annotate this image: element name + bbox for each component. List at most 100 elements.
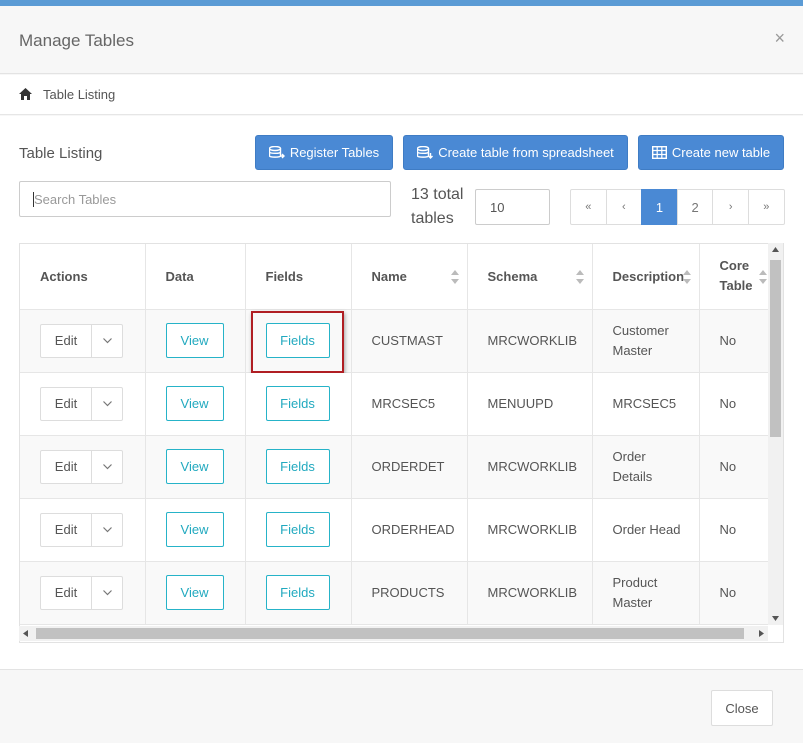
next-page-button[interactable]: ›	[712, 189, 749, 225]
edit-dropdown-toggle[interactable]	[92, 388, 122, 420]
last-page-button[interactable]: »	[747, 189, 785, 225]
col-header-schema[interactable]: Schema	[467, 244, 593, 310]
section-title: Table Listing	[19, 145, 103, 162]
description-line1: Order Head	[612, 521, 681, 537]
name-cell: ORDERHEAD	[351, 498, 468, 562]
vertical-scroll-thumb[interactable]	[770, 260, 781, 437]
view-button[interactable]: View	[165, 575, 224, 610]
edit-dropdown-toggle[interactable]	[92, 514, 122, 546]
chevron-down-icon	[102, 400, 112, 406]
prev-page-button[interactable]: ‹	[605, 189, 643, 225]
view-button[interactable]: View	[165, 449, 224, 484]
data-cell: View	[145, 309, 246, 373]
edit-button[interactable]: Edit	[41, 513, 92, 546]
table-row: Edit View Fields CUSTMAST MRCWORKLIB Customer…	[20, 309, 772, 373]
table-row: Edit View Fields PRODUCTS MRCWORKLIB Product M…	[20, 561, 772, 625]
search-input[interactable]	[19, 181, 391, 217]
edit-button[interactable]: Edit	[41, 387, 92, 420]
total-tables-label: 13 total tables	[411, 183, 463, 231]
table-row: Edit View Fields ORDERHEAD MRCWORKLIB Order H…	[20, 498, 772, 562]
table-row: Edit View Fields ORDERDET MRCWORKLIB Order Det…	[20, 435, 772, 499]
modal-header: Manage Tables ×	[0, 6, 803, 74]
core-table-cell: No	[699, 435, 772, 499]
breadcrumb: Table Listing	[0, 75, 803, 115]
scroll-up-icon[interactable]	[772, 247, 779, 252]
sort-icon[interactable]	[450, 270, 459, 284]
actions-cell: Edit	[20, 498, 146, 562]
chevron-down-icon	[102, 526, 112, 532]
horizontal-scrollbar[interactable]	[19, 626, 768, 641]
schema-cell: MRCWORKLIB	[467, 561, 593, 625]
fields-button[interactable]: Fields	[265, 575, 330, 610]
data-cell: View	[145, 498, 246, 562]
fields-button[interactable]: Fields	[265, 512, 330, 547]
description-cell: Product Master	[592, 561, 700, 625]
col-header-name-label: Name	[371, 268, 407, 284]
sort-icon[interactable]	[575, 270, 584, 284]
modal-body: Table Listing Register Tables Create tab…	[0, 116, 803, 669]
edit-dropdown-toggle[interactable]	[92, 577, 122, 609]
scroll-left-icon[interactable]	[23, 630, 28, 637]
create-from-spreadsheet-label: Create table from spreadsheet	[438, 145, 614, 160]
horizontal-scroll-thumb[interactable]	[36, 628, 744, 639]
database-icon	[268, 146, 285, 159]
col-header-core-table[interactable]: Core Table	[699, 244, 772, 310]
register-tables-label: Register Tables	[289, 145, 380, 160]
edit-button[interactable]: Edit	[41, 450, 92, 483]
fields-button[interactable]: Fields	[265, 323, 330, 358]
view-button[interactable]: View	[165, 512, 224, 547]
create-new-table-button[interactable]: Create new table	[638, 135, 784, 170]
view-button[interactable]: View	[165, 386, 224, 421]
fields-button[interactable]: Fields	[265, 386, 330, 421]
chevron-down-icon	[102, 463, 112, 469]
core-table-cell: No	[699, 309, 772, 373]
breadcrumb-item-table-listing[interactable]: Table Listing	[43, 87, 115, 102]
description-line1: MRCSEC5	[612, 395, 677, 411]
sort-icon[interactable]	[682, 270, 691, 284]
edit-button[interactable]: Edit	[41, 324, 92, 357]
first-page-button[interactable]: «	[570, 189, 607, 225]
scroll-right-icon[interactable]	[759, 630, 764, 637]
page-size-input[interactable]	[475, 189, 550, 225]
edit-button-group: Edit	[40, 386, 123, 421]
schema-cell: MRCWORKLIB	[467, 498, 593, 562]
col-header-name[interactable]: Name	[351, 244, 468, 310]
edit-dropdown-toggle[interactable]	[92, 325, 122, 357]
description-line1: Product	[612, 574, 658, 590]
col-header-data: Data	[145, 244, 246, 310]
name-cell: ORDERDET	[351, 435, 468, 499]
table-row: Edit View Fields MRCSEC5 MENUUPD MRCSEC5 No	[20, 372, 772, 436]
edit-dropdown-toggle[interactable]	[92, 451, 122, 483]
view-button[interactable]: View	[165, 323, 224, 358]
fields-button[interactable]: Fields	[265, 449, 330, 484]
col-header-description[interactable]: Description	[592, 244, 700, 310]
description-cell: Order Details	[592, 435, 700, 499]
register-tables-button[interactable]: Register Tables	[255, 135, 393, 170]
description-line2: Details	[612, 468, 653, 484]
chevron-down-icon	[102, 337, 112, 343]
edit-button-group: Edit	[40, 323, 123, 358]
fields-cell: Fields	[245, 372, 352, 436]
close-button[interactable]: Close	[711, 690, 773, 726]
actions-cell: Edit	[20, 435, 146, 499]
table-grid-icon	[651, 146, 667, 159]
edit-button[interactable]: Edit	[41, 576, 92, 609]
sort-icon[interactable]	[758, 270, 767, 284]
page-1-button[interactable]: 1	[641, 189, 678, 225]
description-cell: MRCSEC5	[592, 372, 700, 436]
text-cursor	[33, 192, 34, 207]
actions-cell: Edit	[20, 372, 146, 436]
description-line1: Order	[612, 448, 646, 464]
name-cell: MRCSEC5	[351, 372, 468, 436]
fields-cell: Fields	[245, 309, 352, 373]
close-icon[interactable]: ×	[774, 28, 785, 49]
page-2-button[interactable]: 2	[676, 189, 714, 225]
scroll-down-icon[interactable]	[772, 616, 779, 621]
schema-cell: MRCWORKLIB	[467, 309, 593, 373]
data-cell: View	[145, 435, 246, 499]
create-from-spreadsheet-button[interactable]: Create table from spreadsheet	[403, 135, 628, 170]
col-header-description-label: Description	[612, 268, 685, 284]
vertical-scrollbar[interactable]	[768, 243, 783, 625]
home-icon[interactable]	[19, 88, 32, 100]
total-unit-text: tables	[411, 210, 454, 227]
